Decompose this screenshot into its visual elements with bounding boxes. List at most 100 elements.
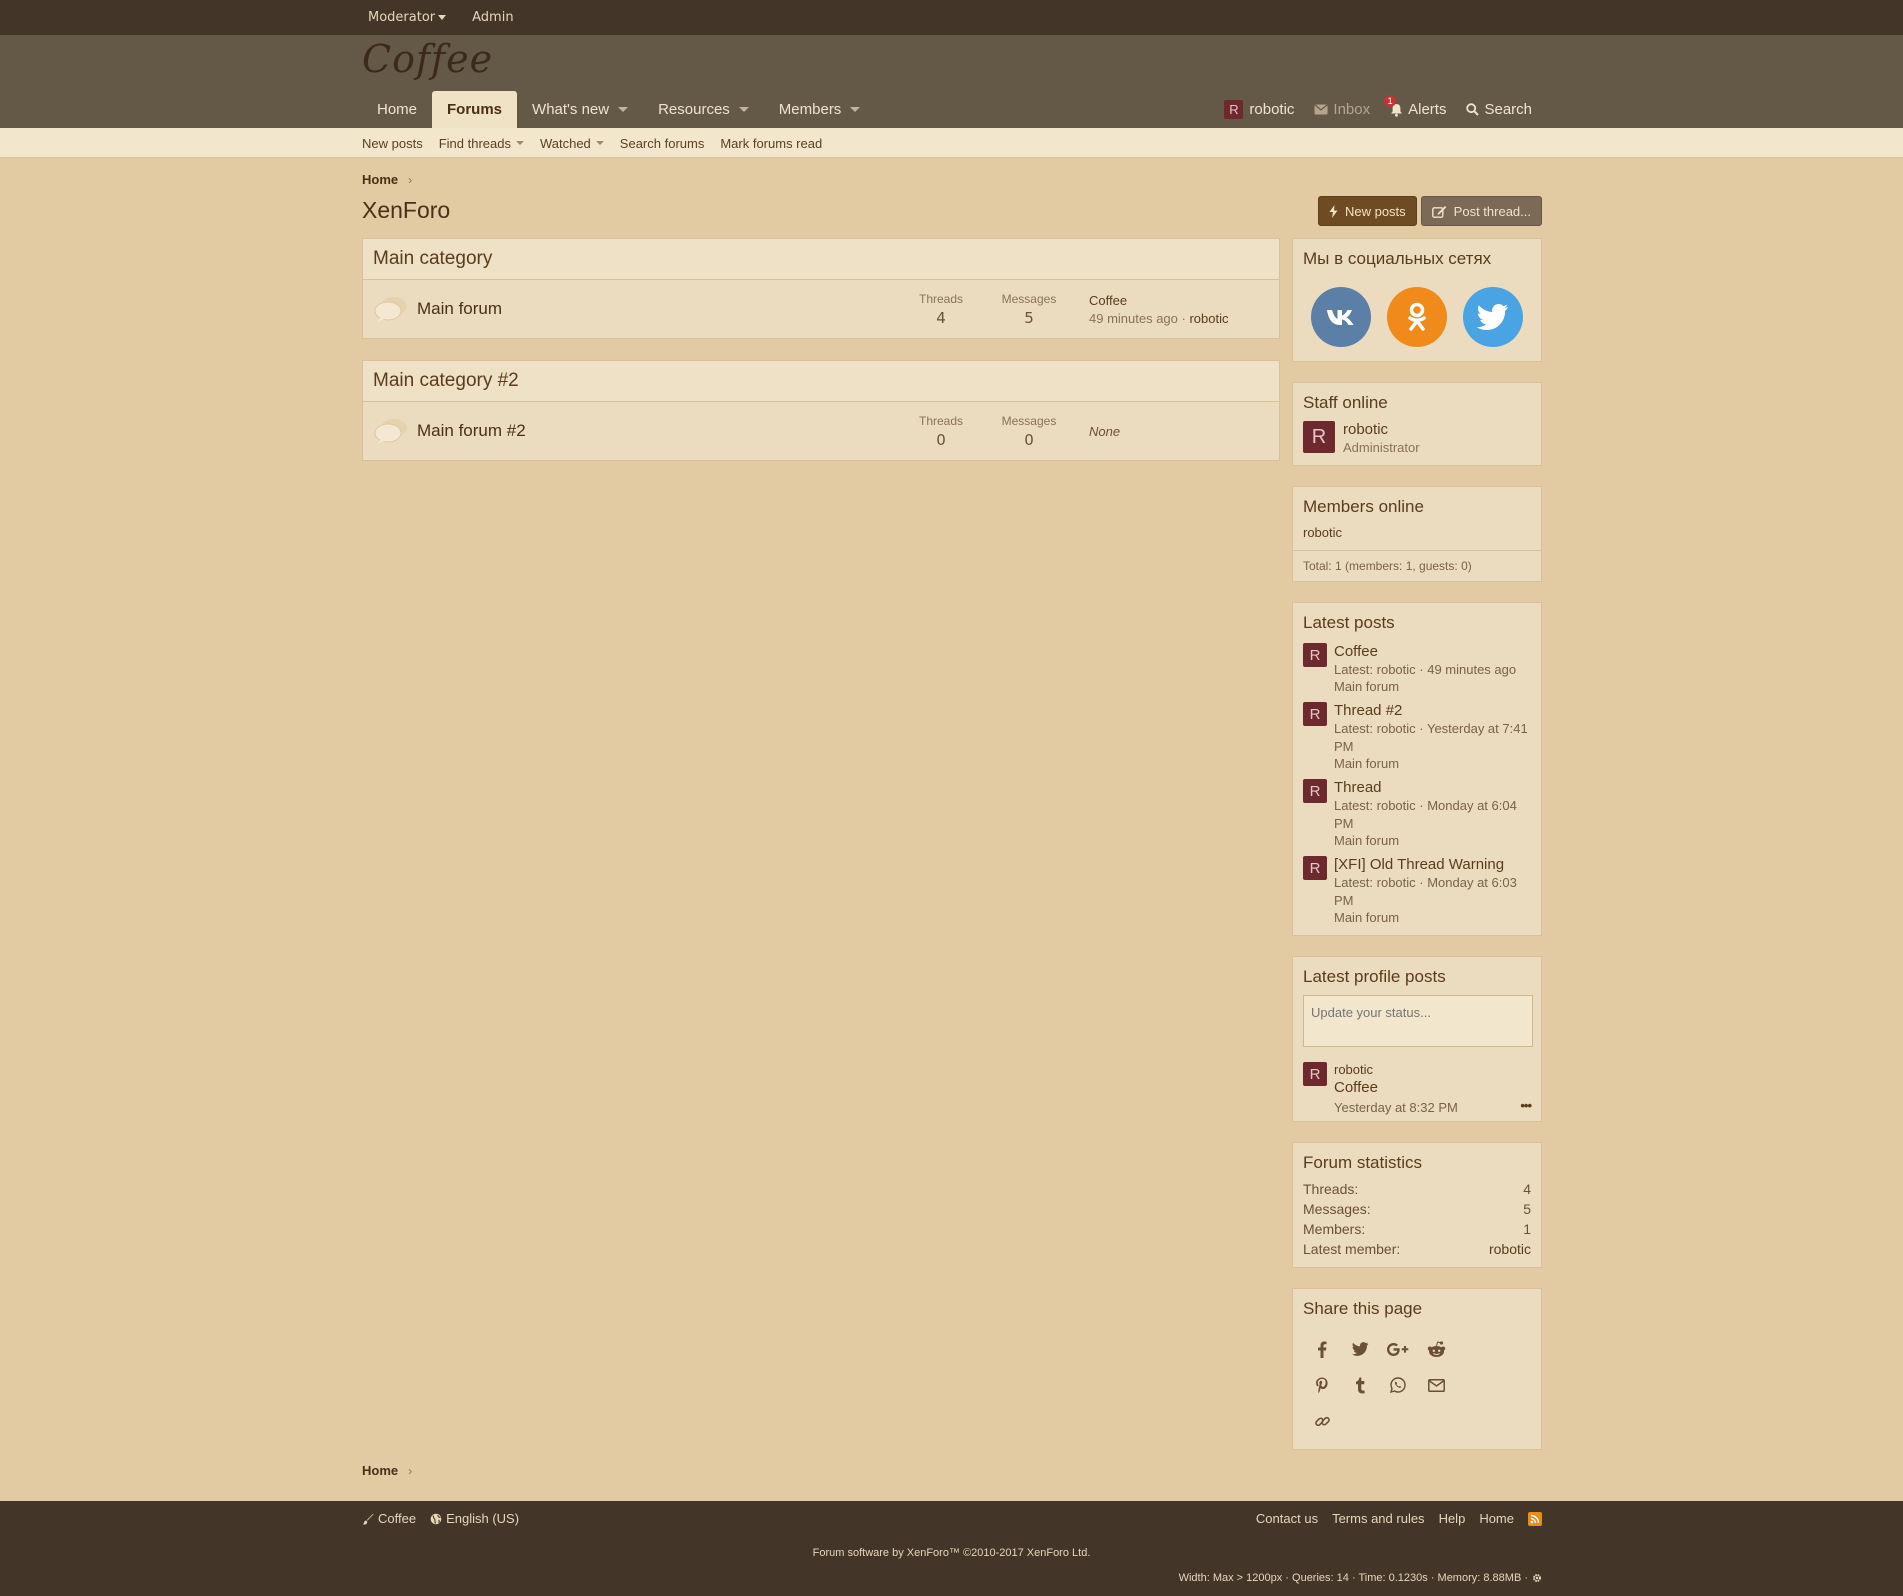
- staff-username[interactable]: robotic: [1343, 421, 1420, 438]
- messages-label: Messages: [1001, 413, 1057, 428]
- post-forum-link[interactable]: Main forum: [1334, 756, 1531, 771]
- footer-link-terms[interactable]: Terms and rules: [1332, 1511, 1424, 1526]
- social-title: Мы в социальных сетях: [1303, 249, 1492, 268]
- status-update-input[interactable]: [1303, 995, 1533, 1047]
- debug-info: Width: Max > 1200px · Queries: 14 · Time…: [1179, 1572, 1542, 1584]
- messages-label: Messages: [1001, 291, 1057, 306]
- language-chooser[interactable]: English (US): [430, 1511, 519, 1526]
- stat-row: Latest member: robotic: [1293, 1239, 1541, 1267]
- post-forum-link[interactable]: Main forum: [1334, 910, 1531, 925]
- last-post-time[interactable]: 49 minutes ago: [1089, 311, 1178, 326]
- forum-title-link[interactable]: Main forum #2: [417, 421, 897, 441]
- post-forum-link[interactable]: Main forum: [1334, 679, 1531, 694]
- members-online-block: Members online robotic Total: 1 (members…: [1292, 486, 1542, 582]
- forum-title-link[interactable]: Main forum: [417, 299, 897, 319]
- messages-stat: Messages 0: [985, 414, 1073, 449]
- twitter-icon[interactable]: [1341, 1331, 1379, 1367]
- forum-bubbles-icon: [374, 419, 407, 444]
- last-post-title[interactable]: Coffee: [1089, 293, 1229, 308]
- profile-post-user[interactable]: robotic: [1334, 1062, 1458, 1077]
- odnoklassniki-icon[interactable]: [1387, 287, 1447, 347]
- title-buttons: New posts Post thread...: [1317, 196, 1542, 226]
- footer-link-contact[interactable]: Contact us: [1256, 1511, 1318, 1526]
- avatar[interactable]: R: [1303, 421, 1335, 453]
- threads-count: 0: [936, 430, 946, 449]
- style-chooser[interactable]: Coffee: [362, 1511, 416, 1526]
- avatar[interactable]: R: [1303, 856, 1327, 880]
- footer: Coffee English (US) Contact us Terms and…: [0, 1501, 1903, 1596]
- twitter-icon[interactable]: [1463, 287, 1523, 347]
- stat-label: Threads:: [1303, 1181, 1359, 1197]
- vk-icon[interactable]: [1311, 287, 1371, 347]
- post-title-link[interactable]: [XFI] Old Thread Warning: [1334, 856, 1531, 873]
- stat-label: Latest member:: [1303, 1241, 1401, 1257]
- facebook-icon[interactable]: [1303, 1331, 1341, 1367]
- avatar[interactable]: R: [1303, 1062, 1327, 1086]
- category-title[interactable]: Main category: [363, 239, 1279, 280]
- page-title: XenForo: [362, 197, 451, 223]
- tumblr-icon[interactable]: [1341, 1367, 1379, 1403]
- language-label: English (US): [446, 1511, 520, 1526]
- forum-statistics-block: Forum statistics Threads: 4 Messages: 5 Me…: [1292, 1142, 1542, 1268]
- stat-label: Messages:: [1303, 1201, 1371, 1217]
- stat-value: 5: [1523, 1201, 1531, 1217]
- category-block: Main category #2 Main forum #2 Threads 0…: [362, 360, 1280, 461]
- whatsapp-icon[interactable]: [1379, 1367, 1417, 1403]
- post-title-link[interactable]: Thread #2: [1334, 702, 1531, 719]
- more-options-icon[interactable]: •••: [1520, 1098, 1532, 1113]
- category-block: Main category Main forum Threads 4 Messa…: [362, 238, 1280, 339]
- post-title-link[interactable]: Thread: [1334, 779, 1531, 796]
- footer-link-help[interactable]: Help: [1439, 1511, 1466, 1526]
- stat-label: Members:: [1303, 1221, 1366, 1237]
- last-post-user[interactable]: robotic: [1189, 311, 1228, 326]
- post-thread-label: Post thread...: [1453, 203, 1531, 219]
- globe-icon: [430, 1513, 442, 1524]
- paintbrush-icon: [362, 1513, 374, 1525]
- list-item: R Thread #2 Latest: robotic · Yesterday …: [1293, 698, 1541, 775]
- forum-bubbles-icon: [374, 297, 407, 322]
- post-forum-link[interactable]: Main forum: [1334, 833, 1531, 848]
- avatar[interactable]: R: [1303, 779, 1327, 803]
- breadcrumb[interactable]: Home ›: [362, 172, 412, 187]
- reddit-icon[interactable]: [1417, 1331, 1455, 1367]
- bolt-icon: [1329, 204, 1338, 218]
- gear-icon[interactable]: [1532, 1573, 1542, 1583]
- stat-value: 1: [1523, 1221, 1531, 1237]
- rss-icon[interactable]: [1528, 1511, 1542, 1526]
- category-title[interactable]: Main category #2: [363, 361, 1279, 402]
- last-post-none: None: [1089, 423, 1121, 439]
- avatar[interactable]: R: [1303, 643, 1327, 667]
- pinterest-icon[interactable]: [1303, 1367, 1341, 1403]
- email-icon[interactable]: [1417, 1367, 1455, 1403]
- share-title: Share this page: [1303, 1299, 1423, 1318]
- list-item: R [XFI] Old Thread Warning Latest: robot…: [1293, 852, 1541, 935]
- share-block: Share this page: [1292, 1288, 1542, 1450]
- last-post: None: [1089, 424, 1120, 439]
- style-label: Coffee: [378, 1511, 417, 1526]
- chevron-right-icon: ›: [408, 172, 413, 187]
- forum-node: Main forum #2 Threads 0 Messages 0 None: [363, 402, 1279, 460]
- threads-stat: Threads 4: [897, 292, 985, 327]
- post-title-link[interactable]: Coffee: [1334, 643, 1531, 660]
- breadcrumb-home: Home: [362, 1463, 399, 1478]
- new-posts-button[interactable]: New posts: [1317, 196, 1417, 226]
- profile-posts-block: Latest profile posts R robotic Coffee Ye…: [1292, 956, 1542, 1122]
- link-icon[interactable]: [1303, 1403, 1341, 1439]
- profile-post-date[interactable]: Yesterday at 8:32 PM: [1334, 1100, 1458, 1115]
- google-plus-icon[interactable]: [1379, 1331, 1417, 1367]
- threads-count: 4: [936, 308, 946, 327]
- sidebar: Мы в социальных сетях Staff online R rob…: [1292, 238, 1542, 1470]
- breadcrumb-bottom[interactable]: Home ›: [362, 1463, 412, 1478]
- messages-count: 0: [1024, 430, 1034, 449]
- footer-link-home[interactable]: Home: [1479, 1511, 1514, 1526]
- stat-row: Threads: 4: [1293, 1179, 1541, 1199]
- members-online-list[interactable]: robotic: [1293, 523, 1541, 551]
- edit-icon: [1431, 205, 1446, 218]
- staff-online-block: Staff online R robotic Administrator: [1292, 382, 1542, 466]
- profile-post: R robotic Coffee Yesterday at 8:32 PM ••…: [1293, 1062, 1541, 1121]
- post-thread-button[interactable]: Post thread...: [1420, 196, 1542, 226]
- forum-statistics-title: Forum statistics: [1303, 1153, 1423, 1172]
- avatar[interactable]: R: [1303, 702, 1327, 726]
- latest-member-link[interactable]: robotic: [1489, 1241, 1531, 1257]
- content-area: Home › XenForo New posts Post thread... M…: [362, 0, 1542, 1500]
